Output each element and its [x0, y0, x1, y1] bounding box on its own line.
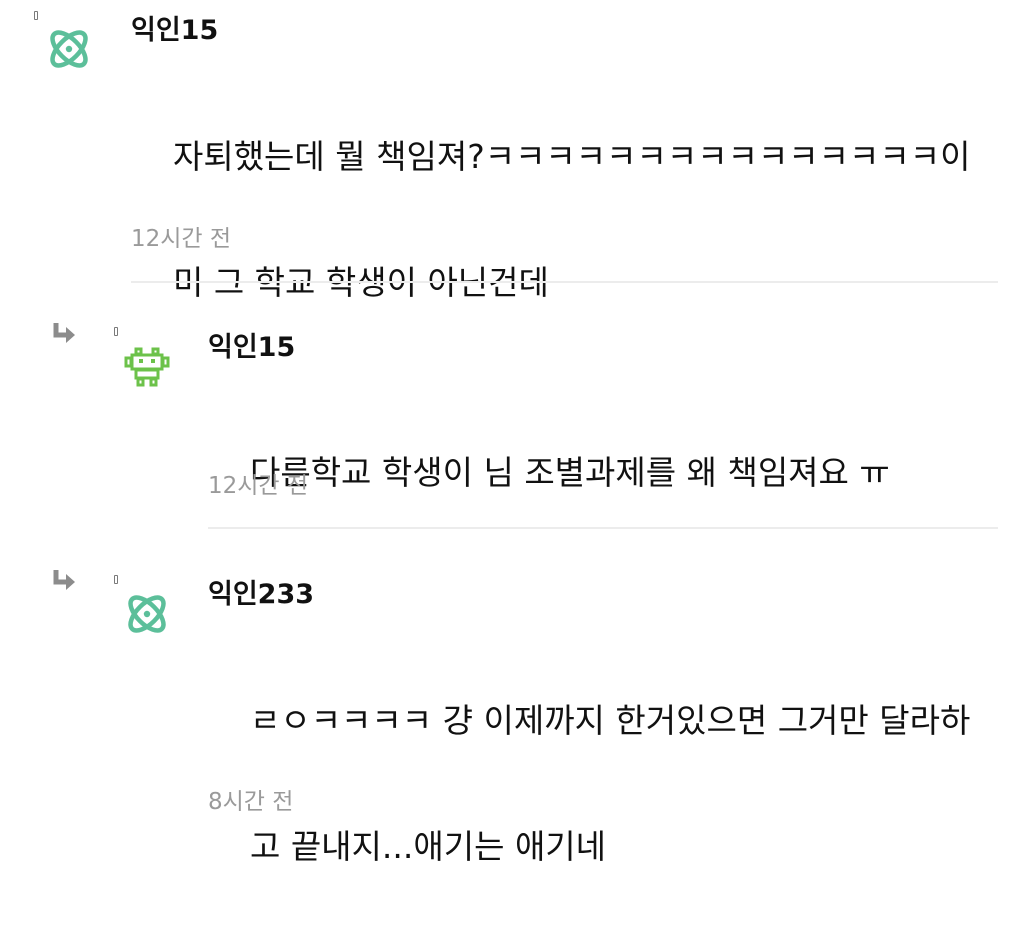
comment-timestamp: 8시간 전 — [208, 789, 294, 815]
reply-comment-item: 익인233 ㄹㅇㅋㅋㅋㅋ 걍 이제까지 한거있으면 그거만 달라하 고 끝내지.… — [0, 0, 1024, 866]
comment-text-line: 고 끝내지...애기는 애기네 — [249, 827, 607, 866]
comment-username[interactable]: 익인233 — [208, 572, 314, 611]
reply-arrow-icon — [53, 570, 75, 590]
comment-text-line: ㄹㅇㅋㅋㅋㅋ 걍 이제까지 한거있으면 그거만 달라하 — [249, 701, 971, 740]
atom-icon — [128, 595, 166, 633]
comment-text: ㄹㅇㅋㅋㅋㅋ 걍 이제까지 한거있으면 그거만 달라하 고 끝내지...애기는 … — [208, 626, 970, 941]
comment-marker — [114, 575, 118, 584]
